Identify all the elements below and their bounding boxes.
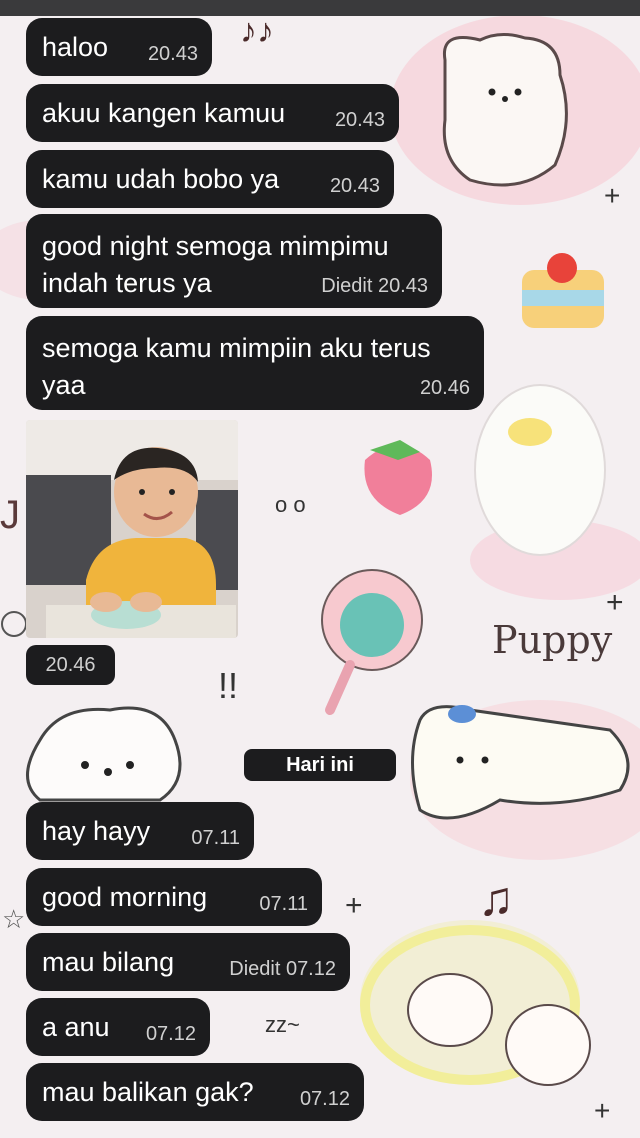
- message-bubble[interactable]: semoga kamu mimpiin aku terus yaa 20.46: [26, 316, 484, 410]
- message-bubble[interactable]: akuu kangen kamuu 20.43: [26, 84, 399, 142]
- svg-text:o o: o o: [275, 492, 306, 517]
- bear-doodle: [442, 33, 568, 187]
- message-time: 07.11: [191, 827, 240, 849]
- child-photo: [26, 420, 238, 638]
- svg-text:J: J: [0, 493, 20, 537]
- message-time: 07.11: [259, 893, 308, 915]
- message-time: 07.12: [299, 1088, 350, 1110]
- svg-text:!!: !!: [218, 665, 238, 706]
- message-text: akuu kangen kamuu: [42, 98, 286, 128]
- message-bubble[interactable]: haloo 20.43: [26, 18, 212, 76]
- svg-text:zz~: zz~: [265, 1012, 300, 1037]
- svg-text:+: +: [606, 586, 624, 619]
- status-bar-strip: [0, 0, 640, 16]
- message-text: semoga kamu mimpiin aku terus yaa: [42, 333, 431, 400]
- photo-message[interactable]: [26, 420, 238, 638]
- message-bubble[interactable]: kamu udah bobo ya 20.43: [26, 150, 394, 208]
- message-bubble[interactable]: hay hayy 07.11: [26, 802, 254, 860]
- message-time: 07.12: [145, 1023, 196, 1045]
- svg-text:♪♪: ♪♪: [240, 12, 274, 50]
- message-time: 20.43: [329, 175, 380, 197]
- message-time: Diedit 07.12: [229, 958, 336, 980]
- wallpaper-puppy-label: Puppy: [492, 618, 613, 662]
- svg-text:☆: ☆: [2, 904, 25, 934]
- message-time: 20.46: [419, 377, 470, 399]
- message-time: 20.43: [334, 109, 385, 131]
- message-time: 20.43: [147, 43, 198, 65]
- message-bubble[interactable]: good night semoga mimpimu indah terus ya…: [26, 214, 442, 308]
- svg-text:♫: ♫: [478, 873, 514, 926]
- message-bubble[interactable]: mau bilang Diedit 07.12: [26, 933, 350, 991]
- date-separator: Hari ini: [244, 749, 396, 781]
- message-time: Diedit 20.43: [321, 275, 428, 297]
- photo-time: 20.46: [26, 645, 115, 685]
- message-bubble[interactable]: good morning 07.11: [26, 868, 322, 926]
- svg-text:+: +: [604, 180, 620, 211]
- svg-text:+: +: [345, 889, 363, 922]
- message-bubble[interactable]: a anu 07.12: [26, 998, 210, 1056]
- svg-text:+: +: [594, 1095, 610, 1126]
- message-bubble[interactable]: mau balikan gak? 07.12: [26, 1063, 364, 1121]
- message-text: kamu udah bobo ya: [42, 164, 280, 194]
